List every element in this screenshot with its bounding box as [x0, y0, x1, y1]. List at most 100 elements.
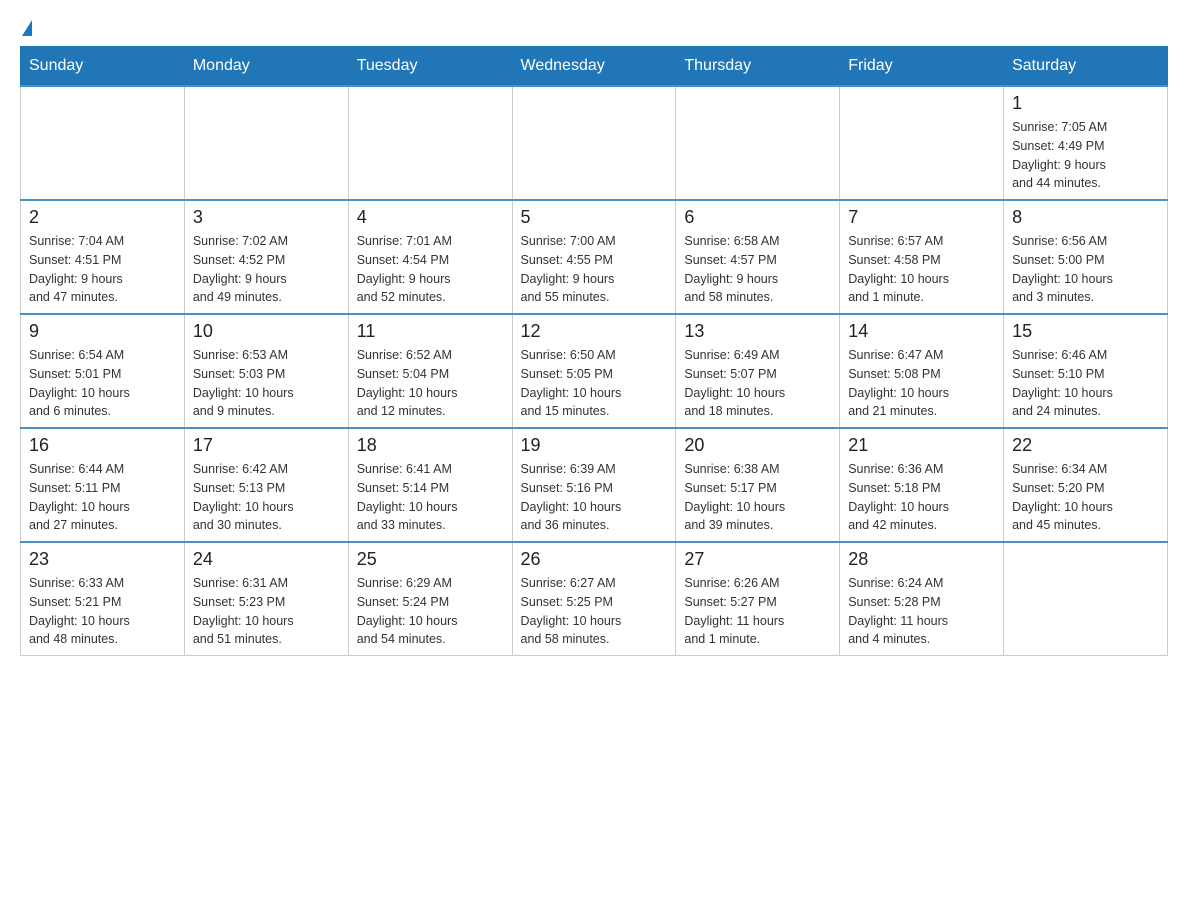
calendar-day-cell	[348, 86, 512, 200]
day-number: 14	[848, 321, 995, 342]
calendar-week-row: 1 Sunrise: 7:05 AM Sunset: 4:49 PM Daylig…	[21, 86, 1168, 200]
day-number: 4	[357, 207, 504, 228]
logo-triangle-icon	[22, 20, 32, 36]
day-number: 7	[848, 207, 995, 228]
day-info: Sunrise: 6:39 AM Sunset: 5:16 PM Dayligh…	[521, 460, 668, 535]
day-info: Sunrise: 6:24 AM Sunset: 5:28 PM Dayligh…	[848, 574, 995, 649]
day-number: 2	[29, 207, 176, 228]
day-info: Sunrise: 6:53 AM Sunset: 5:03 PM Dayligh…	[193, 346, 340, 421]
day-number: 11	[357, 321, 504, 342]
calendar-day-cell: 5 Sunrise: 7:00 AM Sunset: 4:55 PM Daylig…	[512, 200, 676, 314]
day-info: Sunrise: 6:58 AM Sunset: 4:57 PM Dayligh…	[684, 232, 831, 307]
day-of-week-header: Wednesday	[512, 47, 676, 87]
day-of-week-header: Friday	[840, 47, 1004, 87]
day-number: 19	[521, 435, 668, 456]
day-info: Sunrise: 6:52 AM Sunset: 5:04 PM Dayligh…	[357, 346, 504, 421]
day-info: Sunrise: 7:00 AM Sunset: 4:55 PM Dayligh…	[521, 232, 668, 307]
logo	[20, 20, 32, 36]
calendar-day-cell: 14 Sunrise: 6:47 AM Sunset: 5:08 PM Dayli…	[840, 314, 1004, 428]
day-info: Sunrise: 6:36 AM Sunset: 5:18 PM Dayligh…	[848, 460, 995, 535]
day-info: Sunrise: 6:27 AM Sunset: 5:25 PM Dayligh…	[521, 574, 668, 649]
day-number: 15	[1012, 321, 1159, 342]
day-info: Sunrise: 6:50 AM Sunset: 5:05 PM Dayligh…	[521, 346, 668, 421]
calendar-day-cell: 1 Sunrise: 7:05 AM Sunset: 4:49 PM Daylig…	[1004, 86, 1168, 200]
day-number: 10	[193, 321, 340, 342]
day-info: Sunrise: 6:31 AM Sunset: 5:23 PM Dayligh…	[193, 574, 340, 649]
day-number: 17	[193, 435, 340, 456]
calendar-day-cell	[840, 86, 1004, 200]
day-number: 6	[684, 207, 831, 228]
calendar-day-cell: 12 Sunrise: 6:50 AM Sunset: 5:05 PM Dayli…	[512, 314, 676, 428]
calendar-day-cell: 3 Sunrise: 7:02 AM Sunset: 4:52 PM Daylig…	[184, 200, 348, 314]
day-number: 1	[1012, 93, 1159, 114]
page-header	[20, 20, 1168, 36]
day-number: 21	[848, 435, 995, 456]
calendar-day-cell: 16 Sunrise: 6:44 AM Sunset: 5:11 PM Dayli…	[21, 428, 185, 542]
calendar-week-row: 16 Sunrise: 6:44 AM Sunset: 5:11 PM Dayli…	[21, 428, 1168, 542]
day-number: 22	[1012, 435, 1159, 456]
calendar-day-cell: 13Sunrise: 6:49 AM Sunset: 5:07 PM Dayli…	[676, 314, 840, 428]
calendar-table: SundayMondayTuesdayWednesdayThursdayFrid…	[20, 46, 1168, 656]
calendar-day-cell: 4 Sunrise: 7:01 AM Sunset: 4:54 PM Daylig…	[348, 200, 512, 314]
day-info: Sunrise: 6:44 AM Sunset: 5:11 PM Dayligh…	[29, 460, 176, 535]
calendar-day-cell: 22 Sunrise: 6:34 AM Sunset: 5:20 PM Dayli…	[1004, 428, 1168, 542]
day-of-week-header: Sunday	[21, 47, 185, 87]
day-number: 24	[193, 549, 340, 570]
calendar-day-cell: 10 Sunrise: 6:53 AM Sunset: 5:03 PM Dayli…	[184, 314, 348, 428]
day-number: 23	[29, 549, 176, 570]
day-number: 3	[193, 207, 340, 228]
day-of-week-header: Monday	[184, 47, 348, 87]
day-number: 25	[357, 549, 504, 570]
calendar-week-row: 2 Sunrise: 7:04 AM Sunset: 4:51 PM Daylig…	[21, 200, 1168, 314]
day-info: Sunrise: 6:29 AM Sunset: 5:24 PM Dayligh…	[357, 574, 504, 649]
calendar-day-cell	[1004, 542, 1168, 656]
calendar-day-cell: 27Sunrise: 6:26 AM Sunset: 5:27 PM Dayli…	[676, 542, 840, 656]
calendar-day-cell: 15 Sunrise: 6:46 AM Sunset: 5:10 PM Dayli…	[1004, 314, 1168, 428]
day-info: Sunrise: 7:02 AM Sunset: 4:52 PM Dayligh…	[193, 232, 340, 307]
calendar-day-cell: 2 Sunrise: 7:04 AM Sunset: 4:51 PM Daylig…	[21, 200, 185, 314]
day-info: Sunrise: 6:42 AM Sunset: 5:13 PM Dayligh…	[193, 460, 340, 535]
calendar-header-row: SundayMondayTuesdayWednesdayThursdayFrid…	[21, 47, 1168, 87]
day-number: 5	[521, 207, 668, 228]
day-number: 20	[684, 435, 831, 456]
calendar-day-cell: 25 Sunrise: 6:29 AM Sunset: 5:24 PM Dayli…	[348, 542, 512, 656]
calendar-day-cell: 6 Sunrise: 6:58 AM Sunset: 4:57 PM Daylig…	[676, 200, 840, 314]
day-info: Sunrise: 6:49 AM Sunset: 5:07 PM Dayligh…	[684, 346, 831, 421]
day-info: Sunrise: 7:05 AM Sunset: 4:49 PM Dayligh…	[1012, 118, 1159, 193]
calendar-day-cell: 7 Sunrise: 6:57 AM Sunset: 4:58 PM Daylig…	[840, 200, 1004, 314]
calendar-week-row: 9 Sunrise: 6:54 AM Sunset: 5:01 PM Daylig…	[21, 314, 1168, 428]
day-info: Sunrise: 7:04 AM Sunset: 4:51 PM Dayligh…	[29, 232, 176, 307]
day-info: Sunrise: 6:34 AM Sunset: 5:20 PM Dayligh…	[1012, 460, 1159, 535]
day-of-week-header: Tuesday	[348, 47, 512, 87]
day-info: Sunrise: 6:56 AM Sunset: 5:00 PM Dayligh…	[1012, 232, 1159, 307]
day-of-week-header: Saturday	[1004, 47, 1168, 87]
day-number: 26	[521, 549, 668, 570]
day-info: Sunrise: 6:54 AM Sunset: 5:01 PM Dayligh…	[29, 346, 176, 421]
day-number: 12	[521, 321, 668, 342]
calendar-day-cell: 17 Sunrise: 6:42 AM Sunset: 5:13 PM Dayli…	[184, 428, 348, 542]
day-number: 16	[29, 435, 176, 456]
calendar-day-cell	[184, 86, 348, 200]
calendar-day-cell: 26 Sunrise: 6:27 AM Sunset: 5:25 PM Dayli…	[512, 542, 676, 656]
day-number: 28	[848, 549, 995, 570]
day-info: Sunrise: 6:26 AM Sunset: 5:27 PM Dayligh…	[684, 574, 831, 649]
day-info: Sunrise: 6:47 AM Sunset: 5:08 PM Dayligh…	[848, 346, 995, 421]
day-info: Sunrise: 7:01 AM Sunset: 4:54 PM Dayligh…	[357, 232, 504, 307]
day-info: Sunrise: 6:46 AM Sunset: 5:10 PM Dayligh…	[1012, 346, 1159, 421]
calendar-day-cell: 8Sunrise: 6:56 AM Sunset: 5:00 PM Daylig…	[1004, 200, 1168, 314]
calendar-day-cell: 20Sunrise: 6:38 AM Sunset: 5:17 PM Dayli…	[676, 428, 840, 542]
calendar-day-cell: 23 Sunrise: 6:33 AM Sunset: 5:21 PM Dayli…	[21, 542, 185, 656]
calendar-day-cell: 9 Sunrise: 6:54 AM Sunset: 5:01 PM Daylig…	[21, 314, 185, 428]
calendar-day-cell	[676, 86, 840, 200]
day-info: Sunrise: 6:33 AM Sunset: 5:21 PM Dayligh…	[29, 574, 176, 649]
calendar-day-cell	[21, 86, 185, 200]
day-number: 9	[29, 321, 176, 342]
calendar-day-cell: 21 Sunrise: 6:36 AM Sunset: 5:18 PM Dayli…	[840, 428, 1004, 542]
calendar-week-row: 23 Sunrise: 6:33 AM Sunset: 5:21 PM Dayli…	[21, 542, 1168, 656]
day-info: Sunrise: 6:57 AM Sunset: 4:58 PM Dayligh…	[848, 232, 995, 307]
calendar-day-cell: 24 Sunrise: 6:31 AM Sunset: 5:23 PM Dayli…	[184, 542, 348, 656]
calendar-day-cell: 18Sunrise: 6:41 AM Sunset: 5:14 PM Dayli…	[348, 428, 512, 542]
calendar-day-cell: 28 Sunrise: 6:24 AM Sunset: 5:28 PM Dayli…	[840, 542, 1004, 656]
calendar-day-cell	[512, 86, 676, 200]
day-of-week-header: Thursday	[676, 47, 840, 87]
